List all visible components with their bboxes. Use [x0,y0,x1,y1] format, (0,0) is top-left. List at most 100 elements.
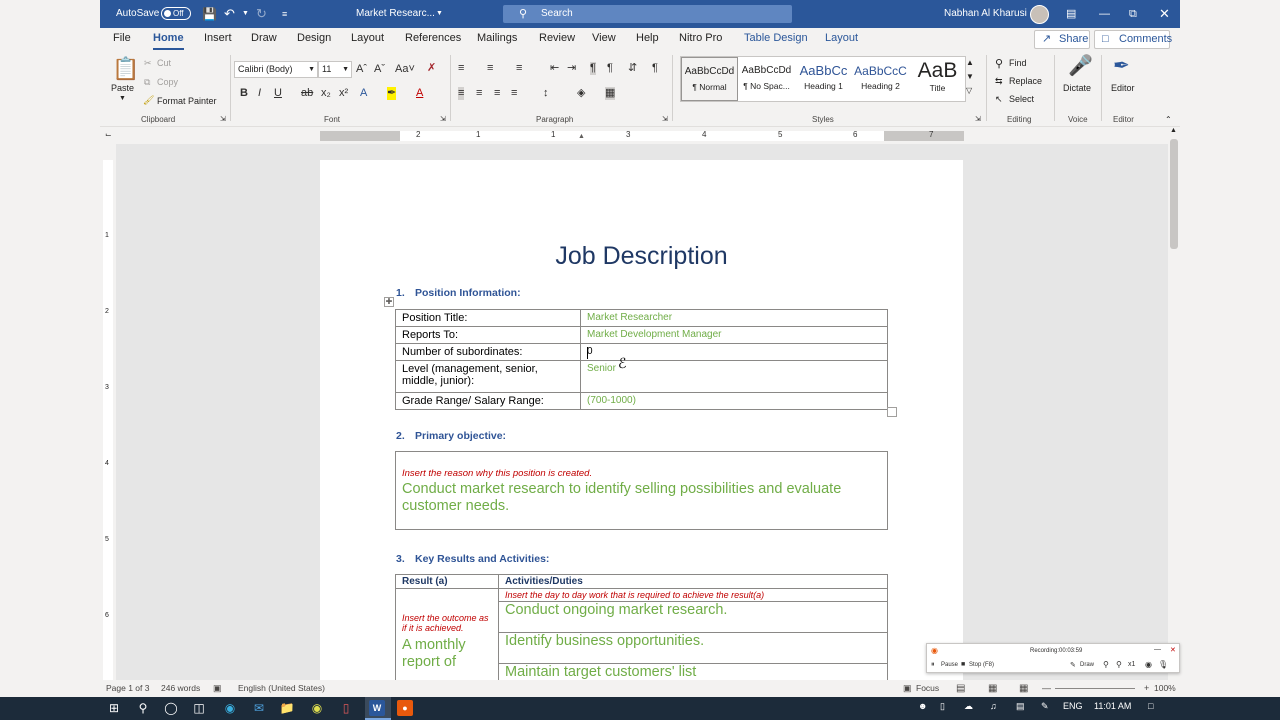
cloud-icon[interactable]: ☁ [964,701,973,712]
align-center-icon[interactable]: ≡ [476,87,482,100]
align-left-icon[interactable]: ≡ [458,87,465,100]
underline-icon[interactable]: U [274,87,282,100]
tab-layout[interactable]: Layout [351,32,384,44]
strikethrough-icon[interactable]: ab [301,87,313,100]
read-mode-icon[interactable]: ▤ [956,683,965,694]
bold-icon[interactable]: B [240,87,248,100]
row-value[interactable]: Senior [580,360,888,393]
row-value[interactable]: 0 [580,343,888,361]
acrobat-icon[interactable]: ▯ [338,700,354,716]
cut-label[interactable]: Cut [157,58,171,68]
document-page[interactable]: Job Description 1. Position Information:… [320,160,963,680]
undo-dropdown-icon[interactable]: ▼ [242,0,249,28]
restore-icon[interactable]: ⧉ [1129,0,1137,28]
numbering-icon[interactable]: ≡ [487,62,493,75]
bullets-icon[interactable]: ≡ [458,62,464,75]
people-icon[interactable]: ☻ [918,701,927,711]
ribbon-display-icon[interactable]: ▤ [1066,0,1076,28]
line-spacing-icon[interactable]: ↕ [543,87,549,100]
language-indicator[interactable]: English (United States) [238,683,325,693]
section-heading[interactable]: Key Results and Activities: [415,553,549,565]
tab-table-design[interactable]: Table Design [744,32,808,44]
notifications-icon[interactable]: □ [1148,701,1153,711]
paste-label[interactable]: Paste [111,83,134,93]
vertical-scrollbar[interactable]: ▲ [1168,127,1180,680]
copy-icon[interactable]: ⧉ [144,77,150,88]
cortana-icon[interactable]: ◯ [163,700,179,716]
scroll-up-icon[interactable]: ▲ [1170,127,1177,134]
tab-view[interactable]: View [592,32,616,44]
comments-button[interactable]: □ Comments [1094,30,1172,49]
objective-box[interactable]: Insert the reason why this position is c… [395,451,888,530]
vertical-ruler[interactable]: 1 2 3 4 5 6 [100,144,116,680]
superscript-icon[interactable]: x² [339,87,348,100]
dictate-label[interactable]: Dictate [1063,83,1091,93]
paste-dropdown-icon[interactable]: ▼ [119,95,126,102]
justify-icon[interactable]: ≡ [511,87,517,100]
style-normal[interactable]: AaBbCcDd ¶ Normal [681,57,738,101]
row-value[interactable]: (700-1000) [580,392,888,410]
undo-icon[interactable]: ↶ [224,0,235,28]
increase-indent-icon[interactable]: ⇥ [567,62,576,75]
microphone-icon[interactable]: 🎤 [1068,55,1093,77]
paste-icon[interactable]: 📋 [112,57,139,81]
section-heading[interactable]: Primary objective: [415,430,506,442]
save-icon[interactable]: 💾 [202,0,217,28]
customize-qat-icon[interactable]: ≡ [282,0,287,28]
horizontal-ruler[interactable]: ⌙ 2 1 1 3 4 5 6 7 ▲ [100,127,1180,144]
word-icon[interactable]: W [369,700,385,716]
search-icon[interactable]: ⚲ [135,700,151,716]
subscript-icon[interactable]: x₂ [321,87,331,100]
zoom-out-icon[interactable]: — [1042,683,1051,693]
replace-label[interactable]: Replace [1009,76,1042,86]
tablet-icon[interactable]: ▯ [940,701,945,712]
tab-file[interactable]: File [113,32,131,44]
result-cell[interactable]: Insert the outcome as if it is achieved.… [395,588,499,680]
styles-launcher-icon[interactable]: ⇲ [975,115,981,123]
stop-icon[interactable]: ■ [961,661,965,668]
microphone-icon[interactable]: 🎙 [1158,660,1168,669]
find-icon[interactable]: ⚲ [995,57,1003,70]
web-layout-icon[interactable]: ▦ [1019,683,1028,694]
activity-item[interactable]: Maintain target customers' list [498,663,888,680]
chrome-icon[interactable]: ◉ [309,700,325,716]
sort-icon[interactable]: ⇵ [628,62,637,75]
redo-icon[interactable]: ↻ [256,0,267,28]
document-title[interactable]: Job Description [320,242,963,271]
rtl-icon[interactable]: ¶ [607,62,613,75]
avatar[interactable] [1030,5,1049,24]
style-heading-1[interactable]: AaBbCc Heading 1 [795,57,852,101]
draw-label[interactable]: Draw [1080,662,1094,668]
borders-icon[interactable]: ▦ [605,87,616,100]
paragraph-launcher-icon[interactable]: ⇲ [662,115,668,123]
section-heading[interactable]: Position Information: [415,287,521,299]
minimize-icon[interactable]: — [1099,0,1110,28]
autosave-toggle[interactable]: Off [161,7,191,20]
clear-formatting-icon[interactable]: ✗ [427,62,436,75]
zoom-out-icon[interactable]: ⚲ [1116,660,1122,669]
tab-insert[interactable]: Insert [204,32,232,44]
style-no-spacing[interactable]: AaBbCcDd ¶ No Spac... [738,57,795,101]
zoom-in-icon[interactable]: + [1144,683,1149,693]
table-move-handle-icon[interactable]: ✚ [384,297,394,307]
language-indicator[interactable]: ENG [1063,701,1083,711]
pause-label[interactable]: Pause [941,662,958,668]
proofing-icon[interactable]: ▣ [213,683,222,694]
font-color-icon[interactable]: A [416,87,423,100]
draw-icon[interactable]: ✎ [1070,661,1076,669]
tab-selector-icon[interactable]: ⌙ [105,130,112,139]
activity-item[interactable]: Identify business opportunities. [498,632,888,664]
recorder-close-icon[interactable]: ✕ [1170,646,1176,654]
style-title[interactable]: AaB Title [909,57,966,101]
search-box[interactable]: ⚲ Search [503,5,792,23]
activities-hint[interactable]: Insert the day to day work that is requi… [498,588,888,602]
styles-scroll-up-icon[interactable]: ▲ [966,58,974,67]
row-value[interactable]: Market Development Manager [580,326,888,344]
close-icon[interactable]: ✕ [1159,0,1170,28]
row-value[interactable]: Market Researcher [580,309,888,327]
tab-design[interactable]: Design [297,32,331,44]
grow-font-icon[interactable]: Aˆ [356,63,367,76]
tab-nitro-pro[interactable]: Nitro Pro [679,32,722,44]
replace-icon[interactable]: ⇆ [995,76,1003,87]
tab-draw[interactable]: Draw [251,32,277,44]
